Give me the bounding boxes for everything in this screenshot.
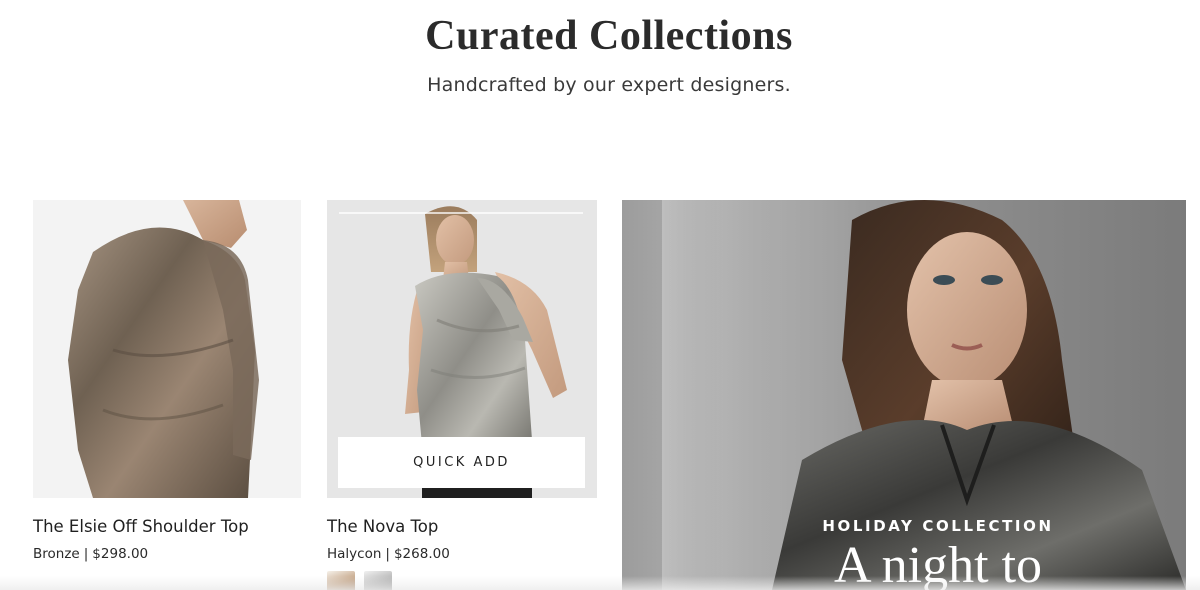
- product-image-elsie[interactable]: [33, 200, 301, 498]
- swatch-bronze[interactable]: [327, 571, 355, 590]
- product-card-nova[interactable]: QUICK ADD The Nova Top Halycon | $268.00: [327, 200, 597, 590]
- product-photo-elsie: [68, 200, 259, 498]
- meta-separator: |: [385, 546, 390, 562]
- product-meta: Bronze | $298.00: [33, 546, 301, 562]
- meta-separator: |: [83, 546, 89, 562]
- color-swatches: [327, 571, 597, 590]
- product-color: Bronze: [33, 546, 80, 562]
- image-gallery-indicator: [339, 212, 583, 214]
- product-price: $298.00: [92, 546, 149, 562]
- section-heading: Curated Collections: [425, 13, 793, 59]
- swatch-silver[interactable]: [364, 571, 392, 590]
- feature-eyebrow: HOLIDAY COLLECTION: [822, 517, 1054, 535]
- product-title[interactable]: The Nova Top: [327, 517, 597, 536]
- product-card-elsie[interactable]: The Elsie Off Shoulder Top Bronze | $298.0…: [33, 200, 301, 562]
- product-meta: Halycon | $268.00: [327, 546, 597, 562]
- holiday-collection-banner[interactable]: HOLIDAY COLLECTION A night to: [622, 200, 1186, 590]
- product-price: $268.00: [393, 546, 450, 562]
- product-color: Halycon: [327, 546, 382, 562]
- feature-title: A night to: [833, 537, 1043, 590]
- quick-add-button[interactable]: QUICK ADD: [338, 437, 585, 488]
- product-title[interactable]: The Elsie Off Shoulder Top: [33, 517, 301, 536]
- section-subheading: Handcrafted by our expert designers.: [427, 74, 791, 96]
- product-image-nova[interactable]: QUICK ADD: [327, 200, 597, 498]
